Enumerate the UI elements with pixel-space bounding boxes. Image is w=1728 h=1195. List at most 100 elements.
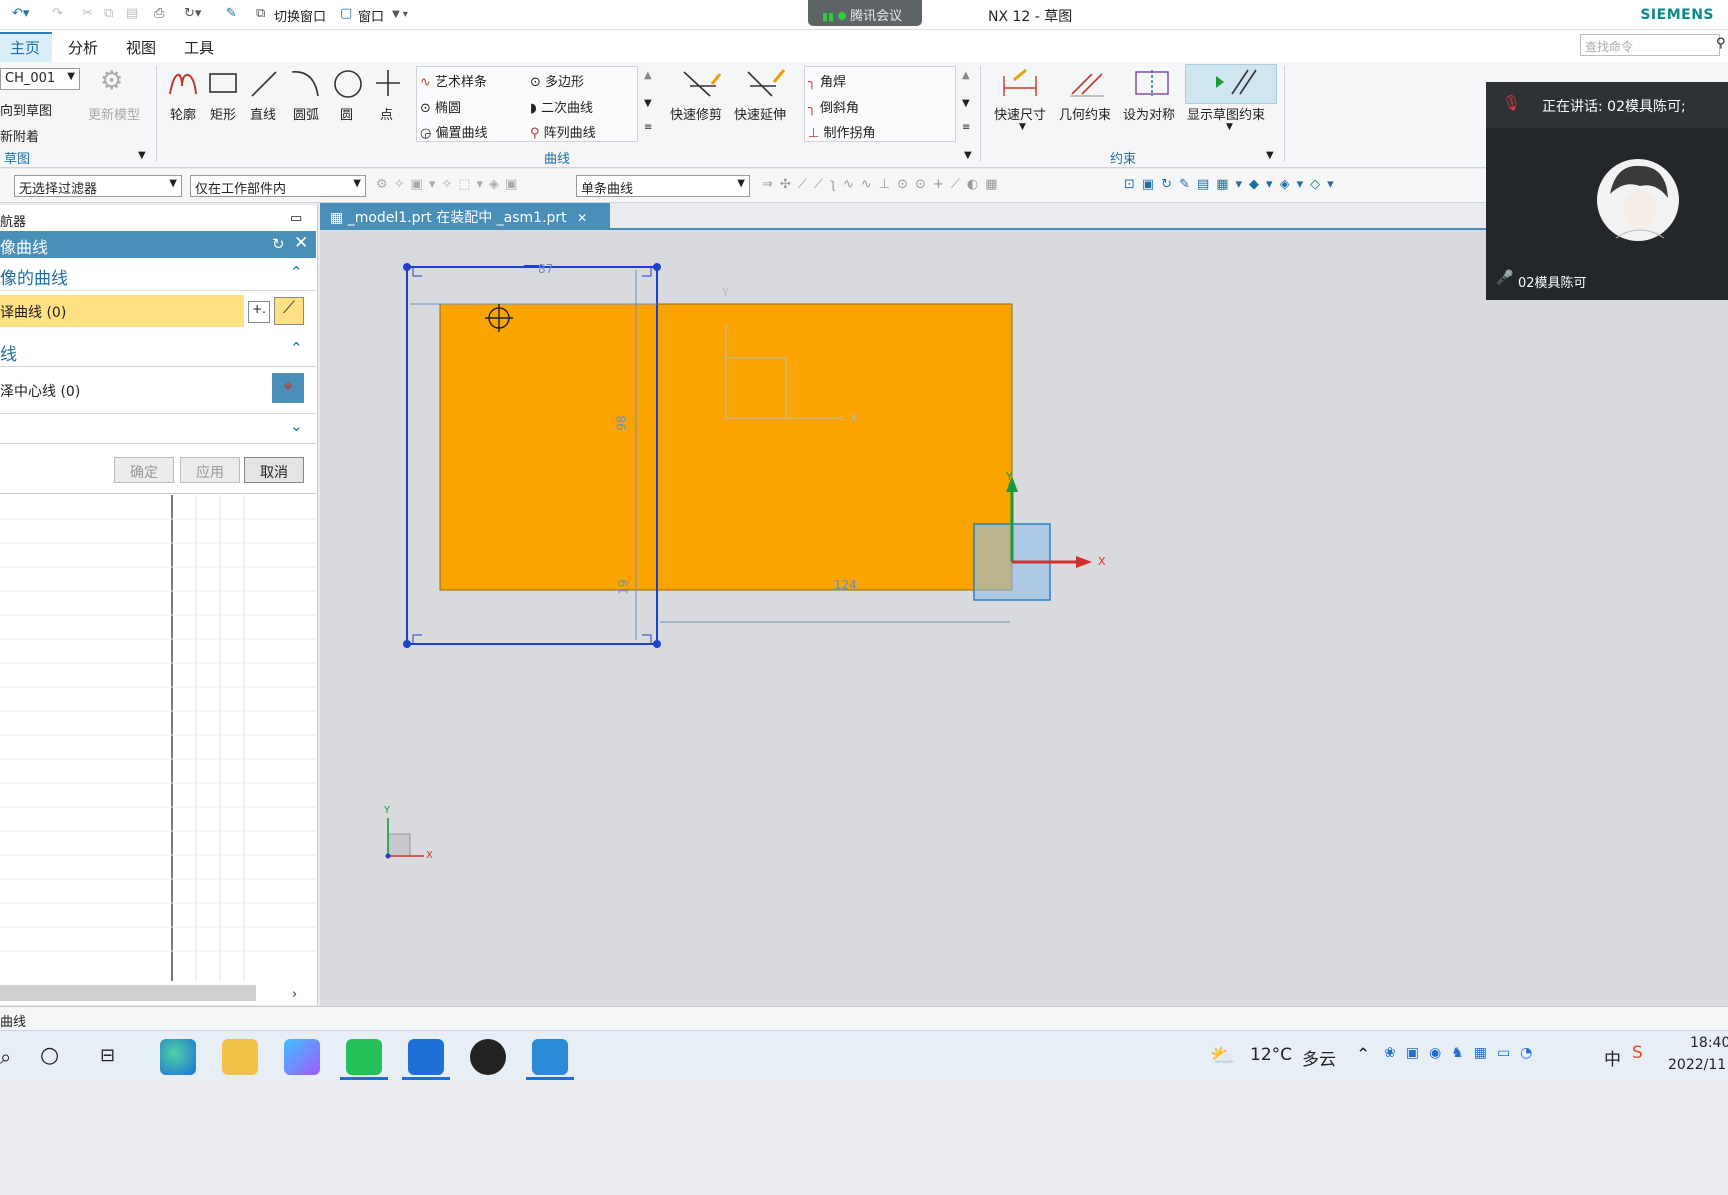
circle-button[interactable]: 圆 <box>340 104 353 123</box>
switch-window-icon[interactable]: ⧉ <box>256 6 265 21</box>
collapse-icon[interactable]: ⌃ <box>290 339 303 357</box>
ellipse-button[interactable]: ⊙ 椭圆 <box>420 97 461 116</box>
search-icon[interactable]: ⌕ <box>0 1045 11 1069</box>
tab-view[interactable]: 视图 <box>126 37 156 58</box>
tencent-meeting-icon[interactable] <box>408 1039 444 1075</box>
weather-icon[interactable]: ⛅ <box>1210 1043 1235 1067</box>
apply-button[interactable]: 应用 <box>180 457 240 483</box>
sketch-name-combo[interactable]: CH_001 ▼ <box>0 68 80 90</box>
wechat-icon[interactable] <box>346 1039 382 1075</box>
cortana-icon[interactable]: ○ <box>40 1043 59 1068</box>
curve-rule-combo[interactable]: 单条曲线 ▼ <box>576 175 750 197</box>
select-centerline-button[interactable]: ⌖ <box>272 373 304 403</box>
quick-trim-button[interactable]: 快速修剪 <box>670 104 722 123</box>
geometric-constraints-button[interactable]: 几何约束 <box>1059 104 1111 123</box>
sketch-canvas[interactable] <box>320 230 1728 1008</box>
ok-button[interactable]: 确定 <box>114 457 174 483</box>
tab-analysis[interactable]: 分析 <box>68 37 98 58</box>
height-dimension[interactable]: 98 <box>615 415 629 430</box>
cut-icon[interactable]: ✂ <box>82 6 93 21</box>
gallery-scroll-up-icon[interactable]: ▲ <box>644 70 652 81</box>
gallery-expand-icon[interactable]: ▼ <box>644 98 652 109</box>
expand-settings-icon[interactable]: ⌄ <box>290 417 303 435</box>
window-icon[interactable]: ▢ <box>340 6 352 21</box>
copy-icon[interactable]: ⧉ <box>104 6 113 21</box>
line-button[interactable]: 直线 <box>250 104 276 123</box>
quick-dimension-button[interactable]: 快速尺寸 <box>994 104 1046 123</box>
reattach-button[interactable]: 新附着 <box>0 126 39 145</box>
view-tool-icons[interactable]: ⊡▣↻✎▤▦▾◆▾◈▾◇▾ <box>1124 177 1341 192</box>
window-menu-button[interactable]: 窗口 <box>358 6 384 25</box>
switch-window-button[interactable]: 切换窗口 <box>274 6 326 25</box>
curve-rule-button[interactable]: +. <box>248 301 270 323</box>
arc-button[interactable]: 圆弧 <box>293 104 319 123</box>
weather-temp[interactable]: 12°C <box>1250 1045 1292 1065</box>
curve-group-more-icon[interactable]: ▼ <box>964 150 972 161</box>
corner-expand-icon[interactable]: ▼ <box>962 98 970 109</box>
select-curve-button[interactable]: ⟋ <box>274 297 304 325</box>
graphics-window[interactable]: 87 98 19 124 Y X Y X Y X <box>320 228 1728 1006</box>
conic-button[interactable]: ◗ 二次曲线 <box>530 97 593 116</box>
tray-app-icons[interactable]: ❀▣◉♞▦▭◔ <box>1384 1045 1542 1061</box>
constraints-dropdown-icon[interactable]: ▼ <box>1226 122 1233 132</box>
print-icon[interactable]: ⎙ <box>154 6 164 21</box>
maximize-icon[interactable]: ▭ <box>290 211 302 226</box>
section-centerline-header[interactable]: 线 ⌃ <box>0 335 316 367</box>
quick-extend-button[interactable]: 快速延伸 <box>734 104 786 123</box>
point-button[interactable]: 点 <box>380 104 393 123</box>
select-curve-row[interactable]: 译曲线 (0) <box>0 295 244 327</box>
make-symmetric-button[interactable]: 设为对称 <box>1123 104 1175 123</box>
tab-home-label[interactable]: 主页 <box>10 37 40 58</box>
weather-desc[interactable]: 多云 <box>1302 1045 1336 1070</box>
tab-close-icon[interactable]: ✕ <box>577 211 587 225</box>
close-icon[interactable]: ✕ <box>294 233 308 253</box>
ime-indicator[interactable]: 中 <box>1604 1045 1621 1070</box>
corner-scroll-up-icon[interactable]: ▲ <box>962 70 970 81</box>
qq-icon[interactable] <box>470 1039 506 1075</box>
section-curves-header[interactable]: 像的曲线 ⌃ <box>0 259 316 291</box>
tray-expand-icon[interactable]: ⌃ <box>1356 1045 1370 1065</box>
chamfer-button[interactable]: ╮ 倒斜角 <box>808 97 859 116</box>
corner-more-icon[interactable]: ≡ <box>962 122 970 133</box>
reset-icon[interactable]: ↻ <box>272 235 285 253</box>
rectangle-button[interactable]: 矩形 <box>210 104 236 123</box>
edge-icon[interactable] <box>160 1039 196 1075</box>
feishu-icon[interactable] <box>284 1039 320 1075</box>
ime-sogou-icon[interactable]: S <box>1632 1043 1643 1063</box>
profile-button[interactable]: 轮廓 <box>170 104 196 123</box>
collapse-icon[interactable]: ⌃ <box>290 263 303 281</box>
touch-mode-icon[interactable]: ✎ <box>226 6 237 21</box>
type-filter-combo[interactable]: 无选择过滤器 ▼ <box>14 175 182 197</box>
sketch-group-more-icon[interactable]: ▼ <box>138 150 146 161</box>
nx-icon[interactable] <box>532 1039 568 1075</box>
update-model-button[interactable]: 更新模型 <box>88 104 140 123</box>
horizontal-offset-dimension[interactable]: 124 <box>834 578 857 592</box>
search-icon[interactable]: ⚲ <box>1716 36 1726 51</box>
redo-icon[interactable]: ↷ <box>52 6 63 21</box>
meeting-indicator[interactable]: ▮▮ 腾讯会议 <box>808 0 922 26</box>
cancel-button[interactable]: 取消 <box>244 457 304 483</box>
tab-tools[interactable]: 工具 <box>184 37 214 58</box>
clock-date[interactable]: 2022/11 <box>1668 1057 1726 1073</box>
task-view-icon[interactable]: ⊟ <box>100 1045 115 1066</box>
vertical-offset-dimension[interactable]: 19 <box>617 579 631 594</box>
scope-combo[interactable]: 仅在工作部件内 ▼ <box>190 175 366 197</box>
filter-tool-icons[interactable]: ⚙✧▣▾✧⬚▾◈▣ <box>376 177 523 192</box>
gallery-more-icon[interactable]: ≡ <box>644 122 652 133</box>
command-search-input[interactable]: 查找命令 <box>1580 34 1720 56</box>
dimension-dropdown-icon[interactable]: ▼ <box>1019 122 1026 132</box>
constraint-group-more-icon[interactable]: ▼ <box>1266 150 1274 161</box>
pattern-curve-button[interactable]: ⚲ 阵列曲线 <box>530 122 596 141</box>
polygon-button[interactable]: ⊙ 多边形 <box>530 71 584 90</box>
show-sketch-constraints-button[interactable]: 显示草图约束 <box>1187 104 1265 123</box>
update-model-icon[interactable]: ⚙ <box>100 66 123 96</box>
file-explorer-icon[interactable] <box>222 1039 258 1075</box>
paste-icon[interactable]: ▤ <box>126 6 138 21</box>
window-dropdown-icon[interactable]: ▼ ▾ <box>392 9 408 20</box>
snap-point-icons[interactable]: ⇒✣⟋⟋ʅ∿∿⊥⊙⊙+⟋◐▦ <box>762 177 1005 192</box>
orient-to-sketch-button[interactable]: 向到草图 <box>0 100 52 119</box>
undo-icon[interactable]: ↶▾ <box>12 6 29 21</box>
document-tab[interactable]: ▦ _model1.prt 在装配中 _asm1.prt ✕ <box>320 203 610 228</box>
width-dimension[interactable]: 87 <box>538 262 553 276</box>
repeat-command-icon[interactable]: ↻▾ <box>184 6 201 21</box>
